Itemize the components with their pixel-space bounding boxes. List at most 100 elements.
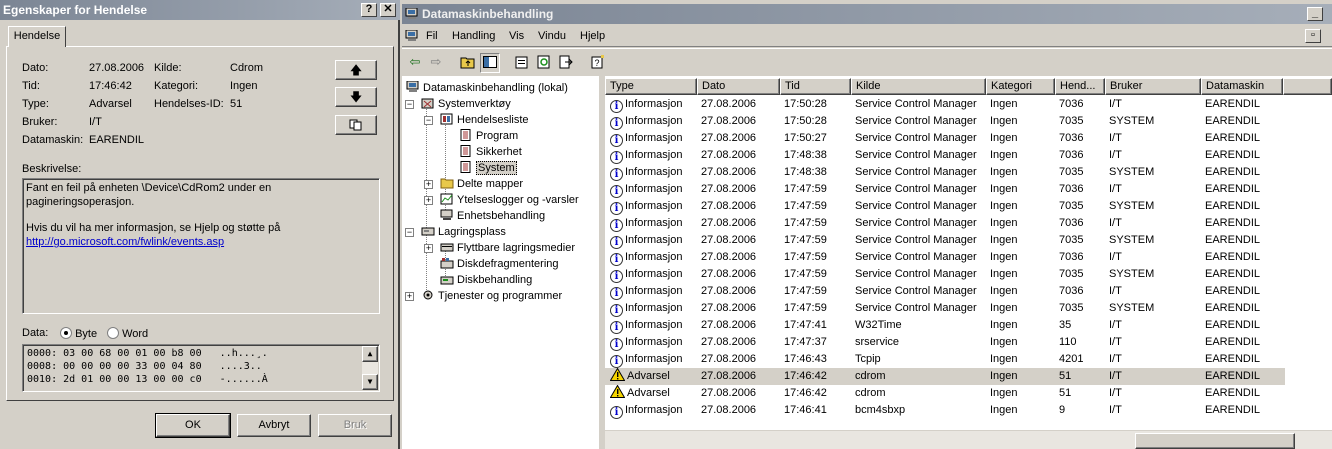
minimize-icon[interactable]: _	[1307, 7, 1323, 21]
close-icon[interactable]: ✕	[380, 3, 396, 17]
tree-node-disk-management[interactable]: Diskbehandling	[440, 273, 532, 287]
tree-node-event-viewer[interactable]: Hendelsesliste	[440, 113, 529, 127]
menu-handling[interactable]: Handling	[452, 30, 495, 42]
cell-time: 17:46:42	[784, 370, 827, 382]
table-row[interactable]: i Informasjon 27.08.2006 17:47:59 Service Co…	[605, 266, 1285, 283]
expand-icon[interactable]: +	[424, 196, 433, 205]
apply-button[interactable]: Bruk	[318, 414, 392, 437]
next-event-button[interactable]: 🡇	[335, 87, 377, 107]
tree-node-storage[interactable]: Lagringsplass	[421, 225, 506, 239]
cell-date: 27.08.2006	[701, 251, 757, 263]
table-row[interactable]: i Informasjon 27.08.2006 17:47:59 Service Co…	[605, 215, 1285, 232]
cancel-button[interactable]: Avbryt	[237, 414, 311, 437]
scroll-up-icon[interactable]: ▲	[362, 346, 378, 362]
table-row[interactable]: i Informasjon 27.08.2006 17:46:43 Tcpip Ingen…	[605, 351, 1285, 368]
cell-date: 27.08.2006	[701, 285, 757, 297]
byte-radio[interactable]: Byte	[60, 327, 97, 340]
cell-computer: EARENDIL	[1205, 166, 1261, 178]
window-title-bar[interactable]: Datamaskinbehandling _	[402, 4, 1332, 24]
restore-icon[interactable]: ▫	[1305, 29, 1321, 43]
tree-node-security-log[interactable]: Sikkerhet	[459, 145, 522, 159]
table-row[interactable]: i Informasjon 27.08.2006 17:46:41 bcm4sbxp In…	[605, 402, 1285, 419]
table-row[interactable]: i Informasjon 27.08.2006 17:47:59 Service Co…	[605, 232, 1285, 249]
collapse-icon[interactable]: −	[405, 228, 414, 237]
data-hex-view[interactable]: 0000: 03 00 68 00 01 00 b8 00 ..h...¸. 0…	[22, 344, 380, 392]
column-header-source[interactable]: Kilde	[851, 78, 986, 95]
tree-node-device-manager[interactable]: Enhetsbehandling	[440, 209, 545, 223]
help-book-icon[interactable]: ?	[588, 53, 608, 73]
table-row[interactable]: i Informasjon 27.08.2006 17:47:59 Service Co…	[605, 249, 1285, 266]
up-one-level-icon[interactable]	[458, 53, 478, 73]
tree-node-system-log[interactable]: System	[459, 161, 517, 175]
tree-node-label: Ytelseslogger og -varsler	[457, 194, 579, 206]
column-header-date[interactable]: Dato	[697, 78, 780, 95]
cell-event-id: 7036	[1059, 285, 1084, 297]
table-row[interactable]: i Informasjon 27.08.2006 17:48:38 Service Co…	[605, 147, 1285, 164]
tree-node-disk-defragmenter[interactable]: Diskdefragmentering	[440, 257, 559, 271]
expand-icon[interactable]: +	[424, 180, 433, 189]
word-radio[interactable]: Word	[107, 327, 148, 340]
table-row[interactable]: i Informasjon 27.08.2006 17:47:59 Service Co…	[605, 300, 1285, 317]
cell-user: SYSTEM	[1109, 200, 1155, 212]
dialog-title-bar[interactable]: Egenskaper for Hendelse ? ✕	[0, 0, 400, 20]
help-icon[interactable]: ?	[361, 3, 377, 17]
tree-node-computer-management[interactable]: Datamaskinbehandling (lokal)	[406, 81, 568, 95]
menu-vindu[interactable]: Vindu	[538, 30, 566, 42]
table-row[interactable]: i Informasjon 27.08.2006 17:47:59 Service Co…	[605, 198, 1285, 215]
scroll-thumb[interactable]	[1135, 433, 1295, 449]
table-row[interactable]: i Informasjon 27.08.2006 17:48:38 Service Co…	[605, 164, 1285, 181]
collapse-icon[interactable]: −	[424, 116, 433, 125]
previous-event-button[interactable]: 🡅	[335, 60, 377, 80]
menu-fil[interactable]: Fil	[426, 30, 438, 42]
tree-node-application-log[interactable]: Program	[459, 129, 518, 143]
table-row[interactable]: Advarsel 27.08.2006 17:46:42 cdrom Ingen 51 I/…	[605, 368, 1285, 385]
table-row[interactable]: i Informasjon 27.08.2006 17:47:59 Service Co…	[605, 283, 1285, 300]
description-text-area[interactable]: Fant en feil på enheten \Device\CdRom2 u…	[22, 178, 380, 314]
menu-vis[interactable]: Vis	[509, 30, 524, 42]
table-row[interactable]: i Informasjon 27.08.2006 17:50:28 Service Co…	[605, 113, 1285, 130]
column-header-user[interactable]: Bruker	[1105, 78, 1201, 95]
table-row[interactable]: i Informasjon 27.08.2006 17:50:28 Service Co…	[605, 96, 1285, 113]
word-radio-label: Word	[122, 328, 149, 340]
table-row[interactable]: i Informasjon 27.08.2006 17:47:59 Service Co…	[605, 181, 1285, 198]
properties-icon[interactable]	[512, 53, 532, 73]
expand-icon[interactable]: +	[424, 244, 433, 253]
column-header-computer[interactable]: Datamaskin	[1201, 78, 1283, 95]
tree-node-shared-folders[interactable]: Delte mapper	[440, 177, 523, 191]
table-row[interactable]: i Informasjon 27.08.2006 17:47:41 W32Time Ing…	[605, 317, 1285, 334]
ok-button[interactable]: OK	[155, 413, 231, 438]
tree-node-services-and-applications[interactable]: Tjenester og programmer	[421, 289, 562, 303]
cell-event-id: 7036	[1059, 98, 1084, 110]
column-header-event[interactable]: Hend...	[1055, 78, 1105, 95]
hex-scrollbar[interactable]: ▲ ▼	[362, 346, 378, 390]
back-icon[interactable]: ⇦	[405, 53, 425, 73]
column-header-category[interactable]: Kategori	[986, 78, 1055, 95]
collapse-icon[interactable]: −	[405, 100, 414, 109]
tree-node-removable-storage[interactable]: Flyttbare lagringsmedier	[440, 241, 575, 255]
forward-icon[interactable]: ⇨	[426, 53, 446, 73]
tab-hendelse[interactable]: Hendelse	[8, 26, 66, 47]
cell-computer: EARENDIL	[1205, 98, 1261, 110]
column-header-type[interactable]: Type	[605, 78, 697, 95]
refresh-icon[interactable]	[534, 53, 554, 73]
cell-date: 27.08.2006	[701, 132, 757, 144]
cell-type-label: Informasjon	[625, 353, 683, 365]
expand-icon[interactable]: +	[405, 292, 414, 301]
tree-node-system-tools[interactable]: Systemverktøy	[421, 97, 511, 111]
hex-line-2: 0008: 00 00 00 00 33 00 04 80 ....3..	[27, 361, 270, 372]
export-list-icon[interactable]	[556, 53, 576, 73]
copy-button[interactable]	[335, 115, 377, 135]
table-row[interactable]: i Informasjon 27.08.2006 17:50:27 Service Co…	[605, 130, 1285, 147]
help-link[interactable]: http://go.microsoft.com/fwlink/events.as…	[26, 236, 224, 248]
scroll-down-icon[interactable]: ▼	[362, 374, 378, 390]
column-header-time[interactable]: Tid	[780, 78, 851, 95]
source-label: Kilde:	[154, 62, 182, 74]
show-hide-tree-icon[interactable]	[480, 53, 500, 73]
cell-user: SYSTEM	[1109, 302, 1155, 314]
horizontal-scrollbar[interactable]	[605, 430, 1332, 449]
table-row[interactable]: i Informasjon 27.08.2006 17:47:37 srservice I…	[605, 334, 1285, 351]
table-row[interactable]: Advarsel 27.08.2006 17:46:42 cdrom Ingen 51 I/…	[605, 385, 1285, 402]
tree-node-performance-logs[interactable]: Ytelseslogger og -varsler	[440, 193, 579, 207]
cell-source: srservice	[855, 336, 900, 348]
menu-hjelp[interactable]: Hjelp	[580, 30, 605, 42]
